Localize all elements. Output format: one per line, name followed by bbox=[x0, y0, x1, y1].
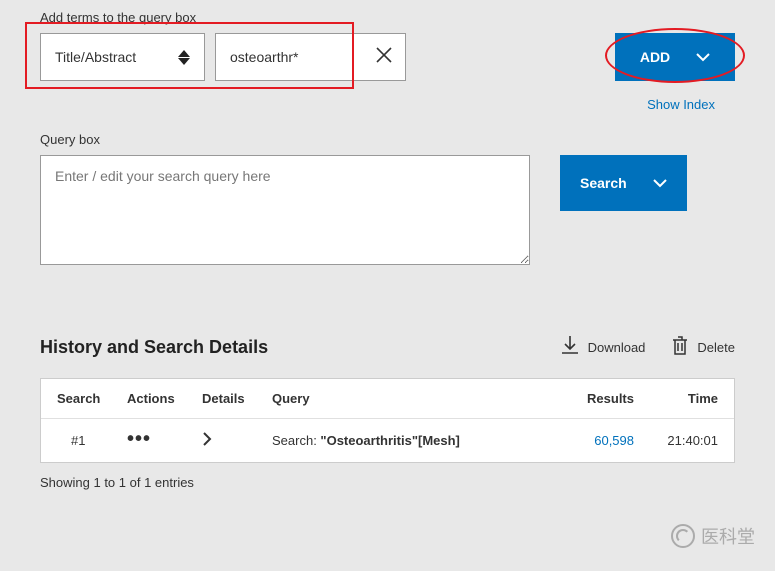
chevron-down-icon bbox=[653, 175, 667, 191]
row-search: #1 bbox=[57, 433, 127, 448]
search-button[interactable]: Search bbox=[560, 155, 687, 211]
expand-details-icon[interactable] bbox=[202, 435, 212, 450]
col-search-header: Search bbox=[57, 391, 127, 406]
download-icon bbox=[560, 335, 580, 360]
col-time-header: Time bbox=[648, 391, 718, 406]
add-button[interactable]: ADD bbox=[615, 33, 735, 81]
add-terms-row: Title/Abstract ADD bbox=[40, 33, 735, 81]
download-button[interactable]: Download bbox=[560, 335, 646, 360]
row-time: 21:40:01 bbox=[648, 433, 718, 448]
history-title: History and Search Details bbox=[40, 337, 268, 358]
query-section: Query box Search bbox=[40, 132, 735, 265]
show-index-link[interactable]: Show Index bbox=[40, 97, 715, 112]
table-row: #1 ••• Search: "Osteoarthritis"[Mesh] 60… bbox=[41, 419, 734, 462]
more-actions-icon[interactable]: ••• bbox=[127, 428, 151, 450]
download-label: Download bbox=[588, 340, 646, 355]
col-query-header: Query bbox=[272, 391, 564, 406]
showing-entries: Showing 1 to 1 of 1 entries bbox=[40, 475, 735, 490]
clear-icon[interactable] bbox=[375, 46, 393, 69]
field-select[interactable]: Title/Abstract bbox=[40, 33, 205, 81]
col-results-header: Results bbox=[564, 391, 634, 406]
trash-icon bbox=[671, 335, 689, 360]
term-input-wrap bbox=[215, 33, 406, 81]
row-query-bold: "Osteoarthritis"[Mesh] bbox=[320, 433, 459, 448]
delete-label: Delete bbox=[697, 340, 735, 355]
query-box-label: Query box bbox=[40, 132, 735, 147]
search-button-label: Search bbox=[580, 175, 627, 191]
chevron-down-icon bbox=[696, 49, 710, 65]
watermark-text: 医科堂 bbox=[701, 523, 755, 549]
watermark: 医科堂 bbox=[671, 523, 755, 549]
row-query-prefix: Search: bbox=[272, 433, 320, 448]
watermark-logo-icon bbox=[671, 524, 695, 548]
col-details-header: Details bbox=[202, 391, 272, 406]
row-results-link[interactable]: 60,598 bbox=[594, 433, 634, 448]
row-query: Search: "Osteoarthritis"[Mesh] bbox=[272, 433, 564, 448]
delete-button[interactable]: Delete bbox=[671, 335, 735, 360]
query-textarea[interactable] bbox=[40, 155, 530, 265]
field-select-value: Title/Abstract bbox=[55, 49, 136, 65]
col-actions-header: Actions bbox=[127, 391, 202, 406]
add-button-label: ADD bbox=[640, 49, 670, 65]
history-section: History and Search Details Download Dele… bbox=[40, 335, 735, 490]
history-table: Search Actions Details Query Results Tim… bbox=[40, 378, 735, 463]
table-header: Search Actions Details Query Results Tim… bbox=[41, 379, 734, 419]
add-terms-label: Add terms to the query box bbox=[40, 10, 735, 25]
sort-icon bbox=[178, 50, 190, 65]
